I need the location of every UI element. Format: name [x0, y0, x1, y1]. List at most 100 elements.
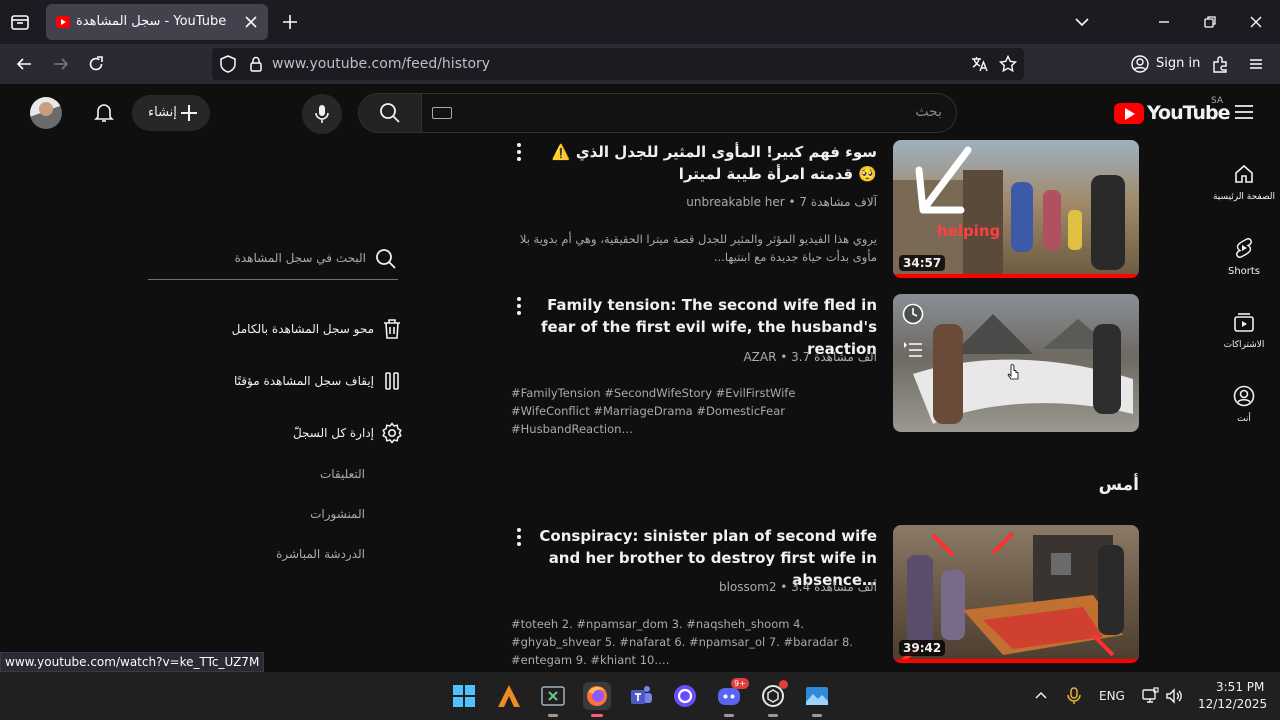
- new-tab-icon[interactable]: [280, 12, 300, 32]
- video-description: يروي هذا الفيديو المؤثر والمثير للجدل قص…: [519, 232, 877, 264]
- more-actions-icon[interactable]: [509, 294, 529, 318]
- firefox-icon[interactable]: [583, 682, 611, 717]
- clock-date[interactable]: 12/12/2025: [1198, 697, 1267, 711]
- notifications-bell-icon[interactable]: [92, 100, 116, 124]
- microphone-in-use-icon[interactable]: [1066, 686, 1082, 706]
- search-placeholder: بحث: [915, 104, 942, 120]
- guide-item-home[interactable]: الصفحة الرئيسية: [1208, 162, 1280, 232]
- guide-label-subscriptions: الاشتراكات: [1223, 340, 1265, 350]
- video-thumbnail[interactable]: 39:42: [893, 525, 1139, 663]
- video-metadata[interactable]: AZAR • 3.7 ألف مشاهدة: [743, 350, 877, 364]
- search-icon: [378, 101, 402, 125]
- search-icon[interactable]: [374, 247, 398, 271]
- avatar[interactable]: [30, 97, 62, 129]
- comments-link[interactable]: التعليقات: [320, 467, 365, 481]
- watch-progress-bar: [893, 274, 1139, 278]
- pause-history-button[interactable]: إيقاف سجل المشاهدة مؤقتًا: [234, 369, 404, 395]
- keyboard-icon[interactable]: [432, 107, 452, 119]
- excel-icon[interactable]: [539, 682, 567, 717]
- notification-badge: 9+: [731, 678, 749, 689]
- restore-icon[interactable]: [1200, 12, 1220, 32]
- extensions-icon[interactable]: [1210, 54, 1230, 74]
- clear-all-label: محو سجل المشاهدة بالكامل: [231, 322, 374, 336]
- chatgpt-icon[interactable]: [759, 680, 788, 717]
- live-chat-link[interactable]: الدردشة المباشرة: [276, 547, 365, 561]
- app-a-icon[interactable]: [495, 682, 523, 710]
- video-metadata[interactable]: unbreakable her • 7 آلاف مشاهدة: [686, 195, 877, 209]
- clear-all-history-button[interactable]: محو سجل المشاهدة بالكامل: [232, 317, 404, 343]
- video-metadata[interactable]: blossom2 • 3.4 ألف مشاهدة: [719, 580, 877, 594]
- manage-all-history-button[interactable]: إدارة كل السجلّ: [290, 421, 404, 447]
- clock-time[interactable]: 3:51 PM: [1216, 680, 1264, 694]
- plus-icon: [178, 102, 200, 124]
- video-title[interactable]: ⚠️ سوء فهم كبير! المأوى المثير للجدل الذ…: [547, 141, 877, 185]
- create-label: إنشاء: [148, 105, 177, 120]
- lock-icon[interactable]: [246, 54, 266, 74]
- minimize-icon[interactable]: [1154, 12, 1174, 32]
- discord-icon[interactable]: 9+: [715, 678, 749, 717]
- video-description: #FamilyTension #SecondWifeStory #EvilFir…: [511, 386, 796, 436]
- back-arrow-icon[interactable]: [14, 54, 34, 74]
- address-bar[interactable]: www.youtube.com/feed/history: [212, 48, 1024, 80]
- tab-title: سجل المشاهدة - YouTube: [76, 14, 227, 29]
- browser-nav-bar: www.youtube.com/feed/history Sign in: [0, 44, 1280, 84]
- url-text: www.youtube.com/feed/history: [272, 56, 491, 72]
- app-running-indicator: [768, 714, 778, 717]
- guide-label-shorts: Shorts: [1227, 266, 1261, 277]
- guide-item-subscriptions[interactable]: الاشتراكات: [1208, 310, 1280, 380]
- voice-search-button[interactable]: [302, 94, 342, 134]
- guide-label-home: الصفحة الرئيسية: [1212, 192, 1276, 202]
- tab-close-icon[interactable]: [242, 13, 260, 31]
- shield-icon[interactable]: [218, 54, 238, 74]
- video-thumbnail[interactable]: helping 34:57: [893, 140, 1139, 278]
- close-window-icon[interactable]: [1246, 12, 1266, 32]
- gear-icon: [380, 421, 404, 445]
- account-icon: [1130, 54, 1150, 74]
- input-language[interactable]: ENG: [1099, 689, 1125, 703]
- video-thumbnail[interactable]: [893, 294, 1139, 432]
- guide-item-shorts[interactable]: Shorts: [1208, 236, 1280, 306]
- translate-icon[interactable]: [970, 54, 990, 74]
- circle-app-icon[interactable]: [671, 682, 699, 710]
- country-code: SA: [1211, 96, 1224, 106]
- search-input[interactable]: بحث: [421, 93, 957, 133]
- watch-later-clock-icon[interactable]: [901, 302, 925, 326]
- mouse-cursor-icon: [1007, 364, 1021, 382]
- add-to-queue-icon[interactable]: [901, 338, 925, 362]
- sign-in-label: Sign in: [1156, 56, 1201, 71]
- list-all-tabs-chevron-icon[interactable]: [1072, 12, 1092, 32]
- history-search-input[interactable]: البحث في سجل المشاهدة: [148, 244, 398, 280]
- section-header-yesterday: أمس: [1098, 475, 1139, 495]
- forward-arrow-icon[interactable]: [51, 54, 71, 74]
- browser-tab-active[interactable]: سجل المشاهدة - YouTube: [46, 4, 268, 40]
- guide-menu-icon[interactable]: [1232, 100, 1256, 124]
- volume-icon[interactable]: [1165, 687, 1183, 705]
- youtube-play-icon: [1114, 103, 1144, 124]
- more-actions-icon[interactable]: [509, 140, 529, 164]
- network-icon[interactable]: [1141, 687, 1159, 705]
- notification-dot: [779, 680, 788, 689]
- guide-label-you: أنت: [1237, 414, 1251, 424]
- search-button[interactable]: [358, 93, 422, 133]
- windows-taskbar: 9+ ENG 3:51 PM 12/12/2025: [0, 672, 1280, 720]
- app-running-indicator: [548, 714, 558, 717]
- browser-tab-bar: سجل المشاهدة - YouTube: [0, 0, 1280, 44]
- trash-icon: [380, 317, 404, 341]
- teams-icon[interactable]: [627, 682, 655, 710]
- app-menu-icon[interactable]: [1246, 54, 1266, 74]
- youtube-logo[interactable]: YouTube SA: [1114, 96, 1230, 126]
- youtube-masthead: إنشاء بحث YouTube SA: [0, 84, 1280, 140]
- reload-icon[interactable]: [86, 54, 106, 74]
- guide-item-you[interactable]: أنت: [1208, 384, 1280, 454]
- shorts-icon: [1232, 236, 1256, 260]
- create-button[interactable]: إنشاء: [132, 95, 210, 131]
- tab-list-icon[interactable]: [8, 10, 32, 34]
- photos-icon[interactable]: [803, 682, 831, 717]
- app-active-indicator: [591, 714, 603, 717]
- show-hidden-icons-chevron-icon[interactable]: [1033, 688, 1049, 704]
- bookmark-star-icon[interactable]: [998, 54, 1018, 74]
- windows-start-icon[interactable]: [450, 682, 478, 710]
- posts-link[interactable]: المنشورات: [310, 507, 365, 521]
- more-actions-icon[interactable]: [509, 525, 529, 549]
- sign-in-button[interactable]: Sign in: [1124, 48, 1202, 80]
